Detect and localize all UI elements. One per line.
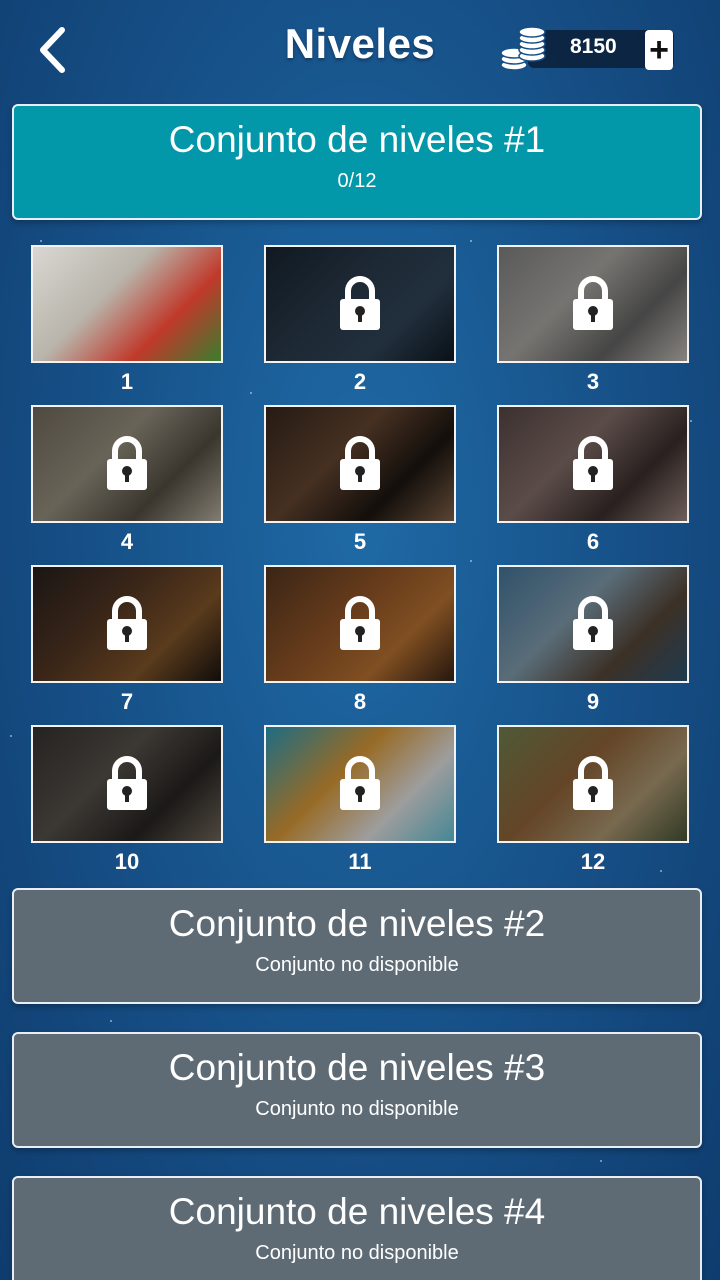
level-number: 4 — [120, 529, 134, 554]
lock-icon — [573, 276, 613, 330]
level-number: 1 — [120, 369, 134, 394]
level-number: 7 — [120, 689, 134, 714]
level-set-1[interactable]: Conjunto de niveles #1 0/12 — [12, 104, 702, 220]
lock-icon — [573, 436, 613, 490]
level-set-title: Conjunto de niveles #3 — [168, 1047, 546, 1088]
level-tile-10[interactable]: 10 — [31, 725, 223, 874]
lock-icon — [340, 596, 380, 650]
add-coins-button[interactable]: + — [645, 30, 673, 70]
level-number: 6 — [586, 529, 600, 554]
coins-icon — [500, 26, 546, 71]
level-number: 3 — [586, 369, 600, 394]
level-number: 8 — [353, 689, 367, 714]
level-set-4[interactable]: Conjunto de niveles #4 Conjunto no dispo… — [12, 1176, 702, 1280]
lock-icon — [107, 596, 147, 650]
level-set-3[interactable]: Conjunto de niveles #3 Conjunto no dispo… — [12, 1032, 702, 1148]
level-tile-11[interactable]: 11 — [264, 725, 456, 874]
level-thumbnail — [31, 245, 223, 363]
level-number: 5 — [353, 529, 367, 554]
header: Niveles 8150 + — [0, 0, 720, 96]
level-tile-9[interactable]: 9 — [497, 565, 689, 714]
level-tile-8[interactable]: 8 — [264, 565, 456, 714]
level-tile-2[interactable]: 2 — [264, 245, 456, 394]
level-number: 12 — [580, 849, 606, 874]
level-number: 11 — [348, 849, 372, 874]
lock-icon — [573, 596, 613, 650]
level-number: 2 — [353, 369, 367, 394]
level-set-status: Conjunto no disponible — [255, 954, 459, 976]
level-set-progress: 0/12 — [337, 170, 377, 192]
level-number: 10 — [114, 849, 140, 874]
level-set-status: Conjunto no disponible — [255, 1098, 459, 1120]
level-number: 9 — [586, 689, 600, 714]
level-tile-1[interactable]: 1 — [31, 245, 223, 394]
level-tile-12[interactable]: 12 — [497, 725, 689, 874]
lock-icon — [107, 436, 147, 490]
level-tile-7[interactable]: 7 — [31, 565, 223, 714]
level-tile-5[interactable]: 5 — [264, 405, 456, 554]
level-set-status: Conjunto no disponible — [255, 1242, 459, 1264]
level-tile-4[interactable]: 4 — [31, 405, 223, 554]
level-set-2[interactable]: Conjunto de niveles #2 Conjunto no dispo… — [12, 888, 702, 1004]
level-set-title: Conjunto de niveles #1 — [168, 119, 546, 160]
level-tile-6[interactable]: 6 — [497, 405, 689, 554]
coin-count: 8150 — [570, 35, 617, 58]
lock-icon — [340, 436, 380, 490]
lock-icon — [340, 276, 380, 330]
lock-icon — [340, 756, 380, 810]
lock-icon — [573, 756, 613, 810]
level-tile-3[interactable]: 3 — [497, 245, 689, 394]
level-set-title: Conjunto de niveles #4 — [168, 1191, 546, 1232]
level-set-title: Conjunto de niveles #2 — [168, 903, 546, 944]
lock-icon — [107, 756, 147, 810]
